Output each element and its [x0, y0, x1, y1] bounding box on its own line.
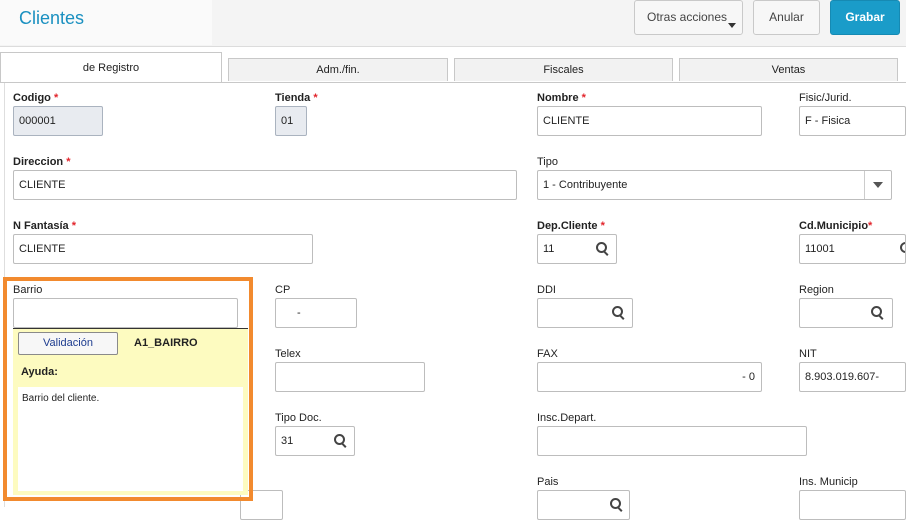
- nombre-field[interactable]: CLIENTE: [537, 106, 762, 136]
- fisic-jurid-field[interactable]: F - Fisica: [799, 106, 906, 136]
- direccion-label: Direccion *: [13, 156, 71, 168]
- search-icon[interactable]: [596, 242, 610, 256]
- cp-label: CP: [275, 284, 291, 296]
- ddi-label: DDI: [537, 284, 556, 296]
- codigo-label: Codigo *: [13, 92, 59, 104]
- nombre-label: Nombre *: [537, 92, 586, 104]
- ins-municip-label: Ins. Municip: [799, 476, 858, 488]
- insc-depart-label: Insc.Depart.: [537, 412, 597, 424]
- search-icon[interactable]: [612, 306, 626, 320]
- codigo-field[interactable]: 000001: [13, 106, 103, 136]
- other-actions-button[interactable]: Otras acciones: [634, 0, 743, 35]
- highlight-frame: [3, 277, 253, 501]
- pais-field[interactable]: [537, 490, 630, 520]
- cp-field[interactable]: -: [275, 298, 357, 328]
- cd-municipio-value: 11001: [805, 243, 835, 255]
- other-actions-label: Otras acciones: [647, 10, 728, 24]
- search-icon[interactable]: [610, 498, 624, 512]
- search-icon[interactable]: [334, 434, 348, 448]
- cancel-button[interactable]: Anular: [753, 0, 820, 35]
- page-title: Clientes: [19, 8, 85, 28]
- dep-cliente-value: 11: [543, 243, 555, 255]
- tipo-doc-label: Tipo Doc.: [275, 412, 322, 424]
- tipo-select-value: 1 - Contribuyente: [543, 179, 628, 191]
- fax-value: - 0: [742, 371, 755, 383]
- chevron-down-icon[interactable]: [864, 171, 891, 199]
- fantasia-label: N Fantasía *: [13, 220, 76, 232]
- insc-depart-field[interactable]: [537, 426, 807, 456]
- tab-registro[interactable]: de Registro: [0, 52, 222, 82]
- dep-cliente-field[interactable]: 11: [537, 234, 617, 264]
- tipo-doc-field[interactable]: 31: [275, 426, 355, 456]
- region-label: Region: [799, 284, 834, 296]
- tab-adm-fin[interactable]: Adm./fin.: [228, 58, 448, 81]
- ins-municip-field[interactable]: [799, 490, 906, 520]
- telex-label: Telex: [275, 348, 301, 360]
- tab-ventas[interactable]: Ventas: [679, 58, 898, 81]
- search-icon[interactable]: [871, 306, 885, 320]
- nit-field[interactable]: 8.903.019.607-: [799, 362, 906, 392]
- dep-cliente-label: Dep.Cliente *: [537, 220, 605, 232]
- tipo-label: Tipo: [537, 156, 558, 168]
- ddi-field[interactable]: [537, 298, 633, 328]
- region-field[interactable]: [799, 298, 893, 328]
- tienda-label: Tienda *: [275, 92, 318, 104]
- cd-municipio-field[interactable]: 11001: [799, 234, 906, 264]
- tab-fiscales[interactable]: Fiscales: [454, 58, 673, 81]
- tienda-field[interactable]: 01: [275, 106, 307, 136]
- fisic-jurid-label: Fisic/Jurid.: [799, 92, 852, 104]
- telex-field[interactable]: [275, 362, 425, 392]
- save-button[interactable]: Grabar: [830, 0, 900, 35]
- fax-label: FAX: [537, 348, 558, 360]
- nit-label: NIT: [799, 348, 817, 360]
- search-icon[interactable]: [900, 242, 905, 256]
- fax-field[interactable]: - 0: [537, 362, 762, 392]
- cd-municipio-label: Cd.Municipio*: [799, 220, 873, 232]
- direccion-field[interactable]: CLIENTE: [13, 170, 517, 200]
- tipo-doc-value: 31: [281, 435, 294, 447]
- chevron-down-icon: [728, 23, 736, 28]
- fantasia-field[interactable]: CLIENTE: [13, 234, 313, 264]
- pais-label: Pais: [537, 476, 559, 488]
- tipo-select[interactable]: 1 - Contribuyente: [537, 170, 892, 200]
